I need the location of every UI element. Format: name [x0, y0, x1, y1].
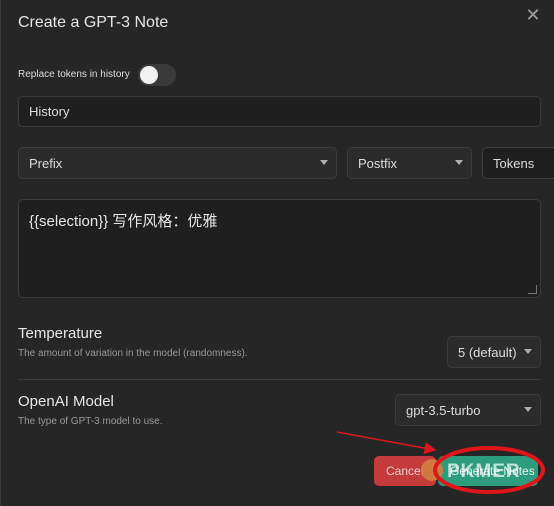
temperature-description: The amount of variation in the model (ra… [18, 348, 248, 359]
temperature-select[interactable]: 5 (default) [447, 336, 541, 368]
gpt3-note-modal: Create a GPT-3 Note ✕ Replace tokens in … [0, 0, 554, 506]
close-icon[interactable]: ✕ [523, 5, 543, 25]
history-input[interactable]: History [18, 96, 541, 127]
replace-tokens-label: Replace tokens in history [18, 69, 130, 80]
model-select-value: gpt-3.5-turbo [406, 403, 481, 418]
divider [18, 379, 541, 380]
toggle-knob [140, 66, 158, 84]
chevron-down-icon [320, 160, 328, 165]
prefix-select-value: Prefix [29, 156, 63, 171]
chevron-down-icon [524, 349, 532, 354]
model-description: The type of GPT-3 model to use. [18, 416, 163, 427]
postfix-select[interactable]: Postfix [347, 147, 472, 179]
resize-handle-icon[interactable] [528, 285, 537, 294]
model-select[interactable]: gpt-3.5-turbo [395, 394, 541, 426]
modal-title: Create a GPT-3 Note [18, 14, 169, 31]
temperature-select-value: 5 (default) [458, 345, 517, 360]
chevron-down-icon [455, 160, 463, 165]
prompt-text: {{selection}} 写作风格：优雅 [29, 213, 218, 230]
chevron-down-icon [524, 407, 532, 412]
annotation-arrow [336, 431, 437, 455]
pkmer-logo-icon [421, 459, 443, 481]
temperature-label: Temperature [18, 325, 103, 342]
tokens-input[interactable]: Tokens [482, 147, 554, 179]
model-label: OpenAI Model [18, 393, 114, 410]
watermark-text: PKMER [447, 461, 521, 482]
prompt-textarea[interactable]: {{selection}} 写作风格：优雅 [18, 199, 541, 298]
prefix-select[interactable]: Prefix [18, 147, 337, 179]
postfix-select-value: Postfix [358, 156, 398, 171]
replace-tokens-toggle[interactable] [138, 64, 176, 86]
